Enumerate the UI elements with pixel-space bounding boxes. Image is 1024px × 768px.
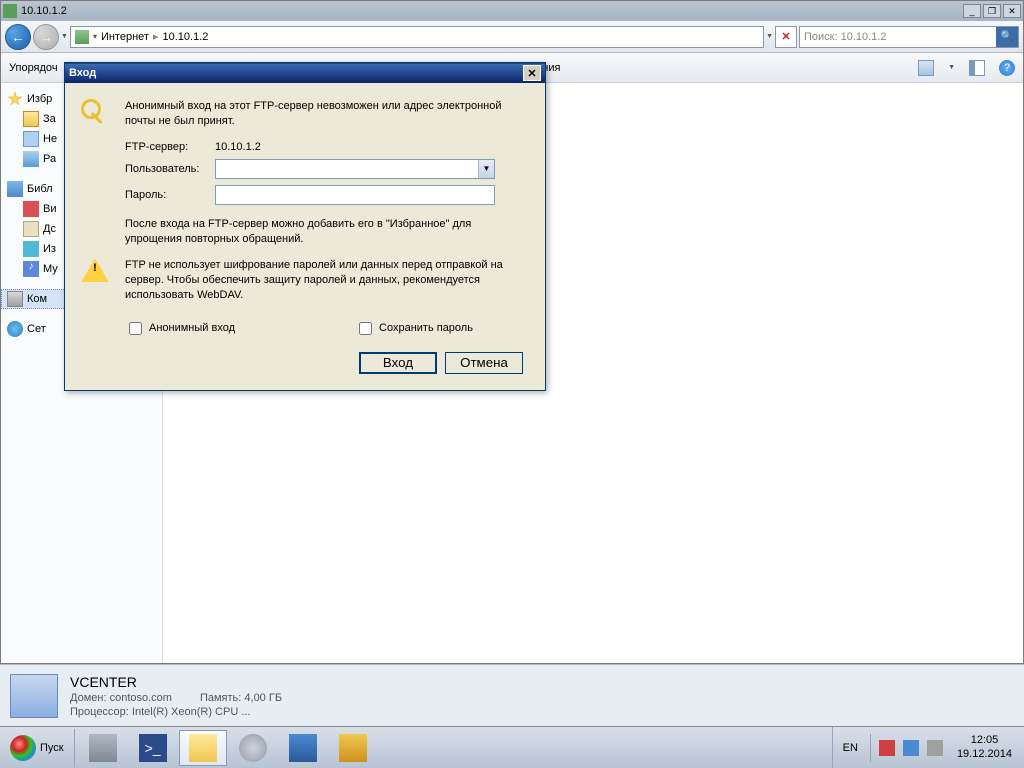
location-icon (75, 30, 89, 44)
monitor-icon (289, 734, 317, 762)
language-indicator[interactable]: EN (839, 742, 862, 754)
dialog-warning: FTP не использует шифрование паролей или… (125, 258, 529, 303)
taskbar: Пуск >_ EN 12:05 19.12.2014 (0, 726, 1024, 768)
stop-button[interactable]: ✕ (775, 26, 797, 48)
picture-icon (23, 241, 39, 257)
minimize-button[interactable]: _ (963, 4, 981, 18)
maximize-button[interactable]: ❐ (983, 4, 1001, 18)
search-icon[interactable]: 🔍 (996, 27, 1018, 47)
dialog-message: Анонимный вход на этот FTP-сервер невозм… (125, 99, 529, 129)
video-icon (23, 201, 39, 217)
taskbar-settings[interactable] (229, 730, 277, 766)
chevron-down-icon[interactable]: ▼ (478, 160, 494, 178)
star-icon (7, 91, 23, 107)
recent-icon (23, 131, 39, 147)
server-value: 10.10.1.2 (215, 141, 261, 153)
cancel-button[interactable]: Отмена (445, 352, 523, 374)
taskbar-powershell[interactable]: >_ (129, 730, 177, 766)
breadcrumb-segment[interactable]: 10.10.1.2 (162, 31, 208, 43)
history-dropdown[interactable]: ▼ (61, 33, 68, 40)
network-icon (7, 321, 23, 337)
dialog-close-button[interactable]: ✕ (523, 65, 541, 81)
details-pane: VCENTER Домен: contoso.com Память: 4,00 … (0, 664, 1024, 726)
save-password-checkbox[interactable]: Сохранить пароль (355, 319, 473, 338)
tray-network-icon[interactable] (903, 740, 919, 756)
computer-large-icon (10, 674, 58, 718)
taskbar-explorer[interactable] (179, 730, 227, 766)
username-label: Пользователь: (125, 163, 215, 175)
folder-icon (23, 111, 39, 127)
nav-bar: ← → ▼ ▾ Интернет ▸ 10.10.1.2 ▼ ✕ Поиск: … (1, 21, 1023, 53)
tray-flag-icon[interactable] (879, 740, 895, 756)
username-input[interactable]: ▼ (215, 159, 495, 179)
close-button[interactable]: ✕ (1003, 4, 1021, 18)
music-icon (23, 261, 39, 277)
address-dropdown[interactable]: ▼ (766, 33, 773, 40)
breadcrumb-segment[interactable]: Интернет (101, 31, 149, 43)
titlebar[interactable]: 10.10.1.2 _ ❐ ✕ (1, 1, 1023, 21)
address-bar[interactable]: ▾ Интернет ▸ 10.10.1.2 (70, 26, 764, 48)
dialog-note: После входа на FTP-сервер можно добавить… (125, 217, 529, 247)
password-input[interactable] (215, 185, 495, 205)
start-orb-icon (10, 735, 36, 761)
server-label: FTP-сервер: (125, 141, 215, 153)
taskbar-monitor[interactable] (279, 730, 327, 766)
document-icon (23, 221, 39, 237)
search-input[interactable]: Поиск: 10.10.1.2 🔍 (799, 26, 1019, 48)
taskbar-server-manager[interactable] (79, 730, 127, 766)
preview-pane-icon[interactable] (969, 60, 985, 76)
key-icon (81, 99, 109, 127)
explorer-icon (189, 734, 217, 762)
dialog-titlebar[interactable]: Вход ✕ (65, 63, 545, 83)
computer-icon (7, 291, 23, 307)
login-button[interactable]: Вход (359, 352, 437, 374)
tray-sound-icon[interactable] (927, 740, 943, 756)
libraries-icon (7, 181, 23, 197)
system-tray: EN 12:05 19.12.2014 (832, 727, 1024, 768)
anonymous-checkbox[interactable]: Анонимный вход (125, 319, 235, 338)
gear-icon (239, 734, 267, 762)
hostname: VCENTER (70, 674, 282, 690)
back-button[interactable]: ← (5, 24, 31, 50)
desktop-icon (23, 151, 39, 167)
window-icon (3, 4, 17, 18)
server-icon (89, 734, 117, 762)
warning-icon (81, 258, 109, 282)
forward-button[interactable]: → (33, 24, 59, 50)
start-button[interactable]: Пуск (0, 729, 75, 767)
view-icon[interactable] (918, 60, 934, 76)
password-label: Пароль: (125, 189, 215, 201)
window-title: 10.10.1.2 (21, 5, 963, 17)
tray-clock[interactable]: 12:05 19.12.2014 (951, 734, 1018, 760)
powershell-icon: >_ (139, 734, 167, 762)
organize-button[interactable]: Упорядоч (9, 62, 58, 74)
ftp-login-dialog: Вход ✕ Анонимный вход на этот FTP-сервер… (64, 62, 546, 391)
help-icon[interactable]: ? (999, 60, 1015, 76)
shield-icon (339, 734, 367, 762)
taskbar-security[interactable] (329, 730, 377, 766)
